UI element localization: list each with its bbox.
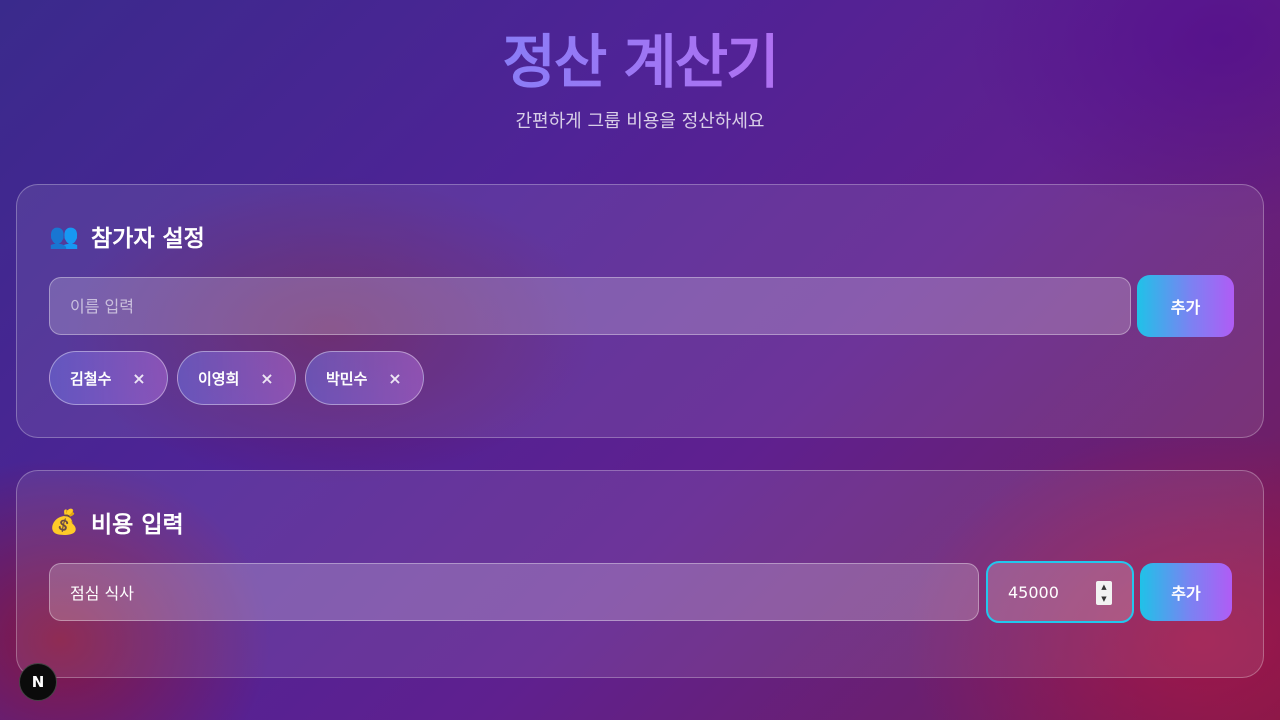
participant-chip: 박민수 × <box>305 351 424 405</box>
people-icon: 👥 <box>49 222 79 250</box>
page-title: 정산 계산기 <box>0 26 1280 98</box>
participant-chip-name: 박민수 <box>326 369 368 388</box>
add-expense-button[interactable]: 추가 <box>1140 563 1232 621</box>
nextjs-dev-badge[interactable]: N <box>19 663 57 701</box>
stepper-up-icon[interactable]: ▲ <box>1101 583 1106 591</box>
expenses-card: 💰 비용 입력 45000 ▲ ▼ 추가 <box>16 470 1264 678</box>
expenses-section-title: 💰 비용 입력 <box>49 505 184 539</box>
expense-amount-input[interactable]: 45000 ▲ ▼ <box>986 561 1134 623</box>
remove-participant-icon[interactable]: × <box>131 369 147 388</box>
add-participant-button[interactable]: 추가 <box>1137 275 1234 337</box>
expenses-title-text: 비용 입력 <box>91 512 184 538</box>
participant-chip: 이영희 × <box>177 351 296 405</box>
expense-description-input[interactable] <box>49 563 979 621</box>
stepper-down-icon[interactable]: ▼ <box>1101 595 1106 603</box>
money-bag-icon: 💰 <box>49 508 79 536</box>
participants-card: 👥 참가자 설정 추가 김철수 × 이영희 × 박민수 × <box>16 184 1264 438</box>
participant-chip-name: 김철수 <box>70 369 112 388</box>
remove-participant-icon[interactable]: × <box>387 369 403 388</box>
expense-amount-value: 45000 <box>1008 582 1059 602</box>
participants-title-text: 참가자 설정 <box>91 226 205 252</box>
remove-participant-icon[interactable]: × <box>259 369 275 388</box>
participant-chip-name: 이영희 <box>198 369 240 388</box>
page-subtitle: 간편하게 그룹 비용을 정산하세요 <box>515 111 765 132</box>
amount-stepper[interactable]: ▲ ▼ <box>1096 581 1112 605</box>
participants-section-title: 👥 참가자 설정 <box>49 219 205 253</box>
participant-chip: 김철수 × <box>49 351 168 405</box>
nextjs-logo-icon: N <box>31 673 45 691</box>
participant-chip-list: 김철수 × 이영희 × 박민수 × <box>49 351 424 405</box>
participant-name-input[interactable] <box>49 277 1131 335</box>
